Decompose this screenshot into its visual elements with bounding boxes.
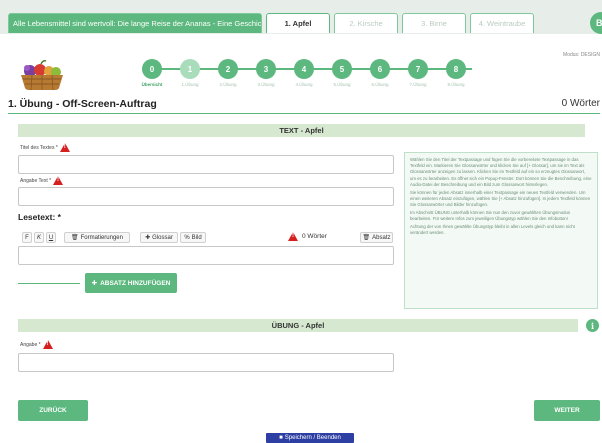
trash-icon: 🗑: [362, 235, 371, 241]
step-2[interactable]: 2 2.Übung: [210, 58, 246, 87]
text-info-label: Angabe Text *: [20, 176, 64, 185]
step-5[interactable]: 5 5.Übung: [324, 58, 360, 87]
step-3[interactable]: 3 3.Übung: [248, 58, 284, 87]
add-paragraph-line: [18, 283, 80, 284]
italic-button[interactable]: K: [34, 232, 44, 243]
fruit-basket-icon: [21, 60, 63, 91]
exercise-progress: 0 Übersicht 1 1.Übung 2 2.Übung 3 3.Übun…: [140, 58, 472, 92]
step-7[interactable]: 7 7.Übung: [400, 58, 436, 87]
warning-icon: [42, 340, 53, 349]
exercise-section-header: ÜBUNG - Apfel: [18, 319, 578, 332]
exercise-info-label: Angabe *: [20, 340, 53, 349]
warning-icon: [53, 176, 64, 185]
page-title: 1. Übung - Off-Screen-Auftrag: [8, 98, 157, 110]
mode-indicator: Modus: DESIGN: [563, 52, 600, 58]
exercise-info-input[interactable]: [18, 353, 394, 372]
tab-bar: Alle Lebensmittel sind wertvoll: Die lan…: [0, 0, 602, 34]
trash-icon: 🗑: [71, 235, 79, 241]
word-count: 0 Wörter: [561, 98, 600, 109]
info-icon[interactable]: i: [586, 319, 599, 332]
tab-story[interactable]: Alle Lebensmittel sind wertvoll: Die lan…: [8, 13, 262, 33]
format-button[interactable]: 🗑 Formatierungen: [64, 232, 130, 243]
plus-icon: ✚: [91, 280, 98, 287]
paragraph-editor[interactable]: [18, 246, 394, 265]
plus-icon: ✚: [145, 235, 151, 241]
delete-paragraph-button[interactable]: 🗑 Absatz: [360, 232, 393, 243]
lesetext-label: Lesetext: *: [18, 212, 61, 222]
step-1[interactable]: 1 1.Übung: [172, 58, 208, 87]
bild-button[interactable]: % Bild: [180, 232, 206, 243]
warning-icon: [59, 143, 70, 152]
bold-button[interactable]: F: [22, 232, 32, 243]
next-button[interactable]: WEITER: [534, 400, 600, 421]
save-button[interactable]: ■ Speichern / Beenden: [266, 433, 354, 443]
paragraph-word-count: 0 Wörter: [288, 232, 327, 241]
tab-kirsche[interactable]: 2. Kirsche: [334, 13, 398, 33]
text-info-input[interactable]: [18, 187, 394, 206]
glossar-button[interactable]: ✚ Glossar: [140, 232, 178, 243]
step-overview[interactable]: 0 Übersicht: [134, 58, 170, 87]
warning-icon: [288, 232, 298, 241]
underline-button[interactable]: U: [46, 232, 56, 243]
paperclip-icon: %: [184, 234, 190, 241]
tab-apfel[interactable]: 1. Apfel: [266, 13, 330, 33]
text-title-label: Titel des Textes *: [20, 143, 70, 152]
back-button[interactable]: ZURÜCK: [18, 400, 88, 421]
title-divider: [8, 113, 600, 114]
step-8[interactable]: 8 8.Übung: [438, 58, 474, 87]
step-6[interactable]: 6 6.Übung: [362, 58, 398, 87]
tab-weintraube[interactable]: 4. Weintraube: [470, 13, 534, 33]
text-title-input[interactable]: [18, 155, 394, 174]
step-4[interactable]: 4 4.Übung: [286, 58, 322, 87]
text-section-header: TEXT - Apfel: [18, 124, 585, 137]
instructions-box: Wählen Sie den Titel der Textpassage und…: [404, 152, 598, 309]
tab-birne[interactable]: 3. Birne: [402, 13, 466, 33]
user-avatar[interactable]: B: [590, 12, 602, 34]
add-paragraph-button[interactable]: ✚ ABSATZ HINZUFÜGEN: [85, 273, 177, 293]
floppy-icon: ■: [279, 435, 283, 441]
